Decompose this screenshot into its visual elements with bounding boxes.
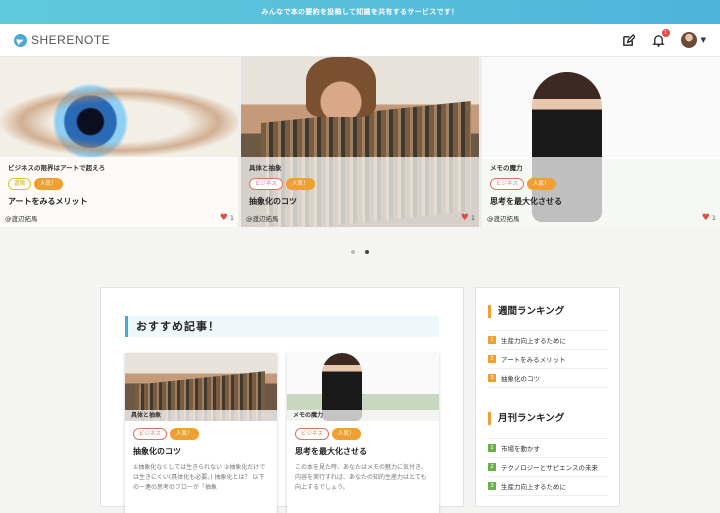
card-image: 具体と抽象	[125, 353, 277, 421]
card-description: この本を見た時、あなたはメモの魅力に気付き、内容を実行すれば、あなたの知的生産力…	[295, 464, 427, 491]
author-link[interactable]: @渡辺拓馬	[5, 213, 38, 223]
ranking-item[interactable]: 1 生産力向上するために	[488, 331, 608, 350]
monthly-ranking-title: 月刊ランキング	[488, 412, 564, 425]
tag[interactable]: ビジネス	[133, 428, 168, 440]
carousel-dot[interactable]	[351, 250, 355, 254]
ranking-item[interactable]: 2 アートをみるメリット	[488, 350, 608, 369]
logo[interactable]: SHERENOTE	[14, 33, 110, 47]
heart-icon[interactable]: ♥	[220, 213, 228, 223]
edit-icon[interactable]	[621, 32, 637, 48]
avatar[interactable]	[680, 32, 697, 48]
weekly-ranking-title: 週間ランキング	[488, 305, 564, 318]
notification-badge: 1	[661, 29, 670, 37]
weekly-ranking-list: 1 生産力向上するために 2 アートをみるメリット 3 抽象化のコツ	[488, 330, 608, 388]
ranking-link[interactable]: テクノロジーとサピエンスの未来	[501, 462, 598, 472]
card-category: 具体と抽象	[125, 410, 277, 421]
author-link[interactable]: @渡辺拓馬	[246, 213, 279, 223]
like-count: ♥ 1	[219, 213, 234, 223]
header: SHERENOTE 1 ▼	[0, 24, 720, 57]
ranking-item[interactable]: 3 抽象化のコツ	[488, 369, 608, 388]
heart-icon[interactable]: ♥	[461, 213, 469, 223]
article-card[interactable]: 具体と抽象 ビジネス 人気！ 抽象化のコツ ①抽象化なくしては生きられない ②抽象…	[125, 353, 277, 513]
tag[interactable]: 習慣	[8, 178, 32, 190]
ranking-link[interactable]: 生産力向上するために	[501, 481, 566, 491]
slide-category: 具体と抽象	[249, 164, 282, 172]
like-count: ♥ 1	[460, 213, 475, 223]
carousel-dot-active[interactable]	[365, 250, 369, 254]
rank-number: 2	[488, 463, 496, 471]
paper-plane-icon	[14, 33, 27, 47]
popular-tag[interactable]: 人気！	[527, 178, 556, 190]
heart-icon[interactable]: ♥	[702, 213, 710, 223]
rank-number: 1	[488, 444, 496, 452]
ranking-link[interactable]: アートをみるメリット	[501, 354, 566, 364]
chevron-down-icon[interactable]: ▼	[701, 36, 706, 44]
banner-text: みんなで本の要約を投稿して知識を共有するサービスです！	[261, 8, 459, 16]
rank-number: 2	[488, 355, 496, 363]
section-title: おすすめ記事！	[125, 316, 439, 337]
card-description: ①抽象化なくしては生きられない ②抽象化だけでは生きにくい(具体化も必要。) 抽…	[133, 464, 266, 491]
ranking-item[interactable]: 2 テクノロジーとサピエンスの未来	[488, 458, 608, 477]
recommended-section: おすすめ記事！ 具体と抽象 ビジネス 人気！ 抽象化のコツ ①抽象化なくしては生き…	[100, 287, 464, 513]
slide-title: 抽象化のコツ	[249, 197, 297, 206]
tag[interactable]: ビジネス	[249, 178, 284, 190]
tag[interactable]: ビジネス	[490, 178, 525, 190]
slide-title: 思考を最大化させる	[490, 197, 562, 206]
ranking-sidebar: 週間ランキング 1 生産力向上するために 2 アートをみるメリット 3 抽象化のコツ …	[475, 287, 620, 507]
logo-text: SHERENOTE	[31, 33, 111, 47]
article-card[interactable]: メモの魔力 ビジネス 人気！ 思考を最大化させる この本を見た時、あなたはメモの魅…	[287, 353, 439, 513]
card-title: 抽象化のコツ	[133, 447, 181, 456]
carousel-dots	[0, 250, 720, 254]
popular-tag[interactable]: 人気！	[286, 178, 315, 190]
bell-icon[interactable]: 1	[651, 29, 670, 48]
rank-number: 3	[488, 374, 496, 382]
card-category: メモの魔力	[287, 410, 439, 421]
carousel-slide[interactable]: ビジネスの限界はアートで超えろ 習慣 人気！ アートをみるメリット @渡辺拓馬 ♥…	[0, 57, 238, 227]
top-banner: みんなで本の要約を投稿して知識を共有するサービスです！	[0, 0, 720, 24]
slide-title: アートをみるメリット	[8, 197, 88, 206]
ranking-link[interactable]: 生産力向上するために	[501, 335, 566, 345]
slide-category: ビジネスの限界はアートで超えろ	[8, 164, 106, 172]
rank-number: 1	[488, 336, 496, 344]
popular-tag[interactable]: 人気！	[332, 428, 361, 440]
tag[interactable]: ビジネス	[295, 428, 330, 440]
carousel-slide[interactable]: 具体と抽象 ビジネス 人気！ 抽象化のコツ @渡辺拓馬 ♥ 1	[241, 57, 479, 227]
card-title: 思考を最大化させる	[295, 447, 367, 456]
monthly-ranking-list: 1 市場を動かす 2 テクノロジーとサピエンスの未来 3 生産力向上するために	[488, 438, 608, 496]
carousel: ビジネスの限界はアートで超えろ 習慣 人気！ アートをみるメリット @渡辺拓馬 ♥…	[0, 57, 720, 227]
like-count: ♥ 1	[701, 213, 716, 223]
ranking-link[interactable]: 市場を動かす	[501, 443, 540, 453]
popular-tag[interactable]: 人気！	[34, 178, 63, 190]
author-link[interactable]: @渡辺拓馬	[487, 213, 520, 223]
ranking-item[interactable]: 1 市場を動かす	[488, 439, 608, 458]
rank-number: 3	[488, 482, 496, 490]
slide-category: メモの魔力	[490, 164, 523, 172]
ranking-link[interactable]: 抽象化のコツ	[501, 373, 540, 383]
card-image: メモの魔力	[287, 353, 439, 421]
carousel-slide[interactable]: メモの魔力 ビジネス 人気！ 思考を最大化させる @渡辺拓馬 ♥ 1	[482, 57, 720, 227]
popular-tag[interactable]: 人気！	[170, 428, 199, 440]
